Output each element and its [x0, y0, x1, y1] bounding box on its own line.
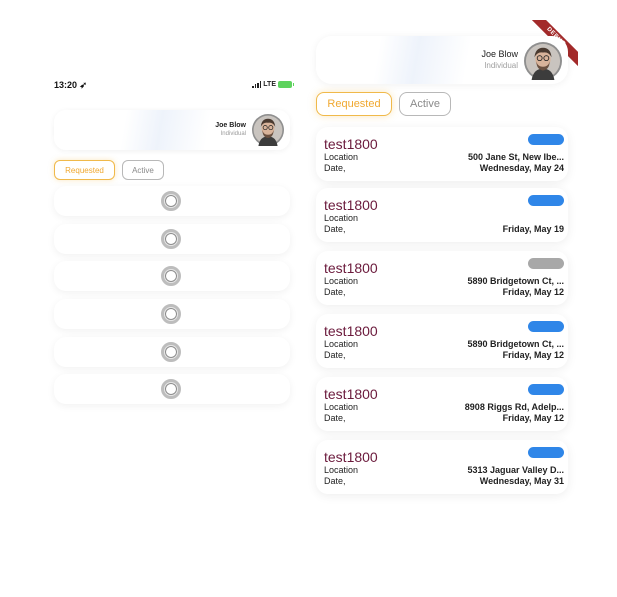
date-value: Wednesday, May 31 — [479, 476, 564, 486]
date-value: Wednesday, May 24 — [479, 163, 564, 173]
status-pill — [528, 384, 564, 395]
loading-row — [54, 224, 290, 254]
app-canvas: 13:20 ➶ LTE Joe Blow Individual Requeste… — [0, 0, 617, 597]
status-pill — [528, 258, 564, 269]
profile-header[interactable]: Joe Blow Individual — [54, 110, 290, 150]
loading-row — [54, 374, 290, 404]
date-label: Date, — [324, 287, 346, 297]
request-card[interactable]: test1800 Location 5890 Bridgetown Ct, ..… — [316, 251, 568, 305]
network-label: LTE — [263, 81, 276, 88]
loading-spinner-icon — [161, 342, 181, 362]
loading-row — [54, 299, 290, 329]
avatar[interactable] — [252, 114, 284, 146]
user-role: Individual — [484, 61, 518, 70]
loading-spinner-icon — [161, 304, 181, 324]
location-label: Location — [324, 465, 359, 475]
signal-icon — [251, 81, 262, 88]
loading-row — [54, 261, 290, 291]
loading-row — [54, 337, 290, 367]
request-card[interactable]: test1800 Location 5890 Bridgetown Ct, ..… — [316, 314, 568, 368]
status-indicators: LTE — [251, 81, 294, 88]
tab-requested[interactable]: Requested — [316, 92, 392, 116]
date-label: Date, — [324, 476, 346, 486]
request-card[interactable]: test1800 Location 8908 Riggs Rd, Adelp..… — [316, 377, 568, 431]
location-label: Location — [324, 402, 359, 412]
location-label: Location — [324, 213, 359, 223]
user-role: Individual — [220, 131, 246, 137]
battery-icon — [278, 81, 294, 88]
date-label: Date, — [324, 350, 346, 360]
date-value: Friday, May 12 — [502, 413, 564, 423]
request-card[interactable]: test1800 Location 500 Jane St, New Ibe..… — [316, 127, 568, 181]
status-time: 13:20 ➶ — [54, 80, 88, 90]
loading-spinner-icon — [161, 191, 181, 211]
status-pill — [528, 195, 564, 206]
request-title: test1800 — [324, 136, 378, 152]
date-value: Friday, May 12 — [502, 287, 564, 297]
requests-screen: DEBUG Joe Blow Individual Requested Acti… — [310, 20, 578, 500]
loading-spinner-icon — [161, 229, 181, 249]
loading-spinner-icon — [161, 266, 181, 286]
loading-row — [54, 186, 290, 216]
request-card[interactable]: test1800 Location 5313 Jaguar Valley D..… — [316, 440, 568, 494]
location-arrow-icon: ➶ — [79, 80, 88, 90]
loading-spinner-icon — [161, 379, 181, 399]
location-label: Location — [324, 152, 359, 162]
request-title: test1800 — [324, 197, 378, 213]
location-value: 8908 Riggs Rd, Adelp... — [464, 402, 564, 412]
tab-active[interactable]: Active — [399, 92, 451, 116]
profile-header[interactable]: Joe Blow Individual — [316, 36, 568, 84]
date-label: Date, — [324, 224, 346, 234]
user-name: Joe Blow — [215, 122, 246, 129]
avatar[interactable] — [524, 42, 562, 80]
loading-screen: 13:20 ➶ LTE Joe Blow Individual Requeste… — [46, 72, 296, 412]
request-title: test1800 — [324, 386, 378, 402]
location-value: 500 Jane St, New Ibe... — [467, 152, 564, 162]
location-value: 5890 Bridgetown Ct, ... — [467, 276, 564, 286]
status-pill — [528, 134, 564, 145]
request-title: test1800 — [324, 323, 378, 339]
location-label: Location — [324, 276, 359, 286]
request-title: test1800 — [324, 449, 378, 465]
location-value: 5313 Jaguar Valley D... — [467, 465, 564, 475]
tab-active[interactable]: Active — [122, 160, 164, 180]
location-label: Location — [324, 339, 359, 349]
user-name: Joe Blow — [481, 49, 518, 59]
date-value: Friday, May 12 — [502, 350, 564, 360]
tab-requested[interactable]: Requested — [54, 160, 115, 180]
status-pill — [528, 321, 564, 332]
request-title: test1800 — [324, 260, 378, 276]
status-bar: 13:20 ➶ LTE — [54, 80, 294, 94]
date-label: Date, — [324, 413, 346, 423]
request-card[interactable]: test1800 Location Date, Friday, May 19 — [316, 188, 568, 242]
date-label: Date, — [324, 163, 346, 173]
location-value: 5890 Bridgetown Ct, ... — [467, 339, 564, 349]
date-value: Friday, May 19 — [502, 224, 564, 234]
status-pill — [528, 447, 564, 458]
